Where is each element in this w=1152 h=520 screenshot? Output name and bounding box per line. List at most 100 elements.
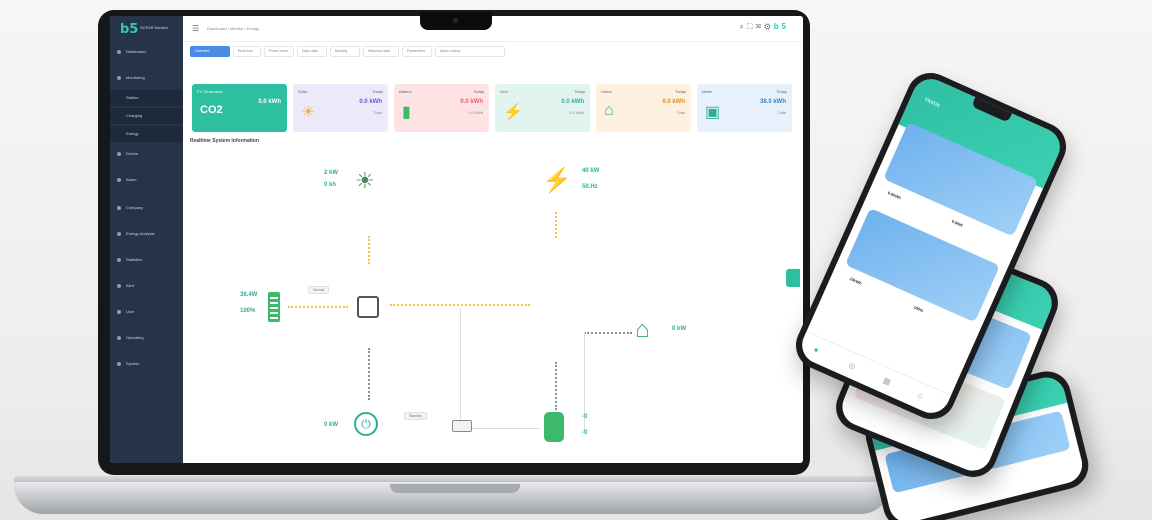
- pv-energy-value: 0 kh: [324, 182, 337, 188]
- phone-device-card-2[interactable]: [844, 207, 1000, 323]
- power-tower-icon: ⚡: [542, 167, 572, 194]
- card-sub: Total: [676, 110, 685, 115]
- sidebar-item-energy-analysis[interactable]: Energy Analysis: [110, 226, 183, 242]
- tab-monthly[interactable]: Monthly: [330, 46, 360, 57]
- tab-overview[interactable]: Overview: [190, 46, 230, 57]
- sidebar-item-operating[interactable]: Operating: [110, 330, 183, 346]
- card-caption: Today: [776, 89, 787, 94]
- charger-value-1: -0: [582, 414, 588, 420]
- charger-flow-line: [555, 362, 557, 410]
- card-value: 0.0 kWh: [460, 99, 483, 105]
- sidebar-item-label: Energy Analysis: [126, 231, 155, 236]
- notification-icon[interactable]: ✉: [756, 22, 765, 31]
- tab-alarm-history[interactable]: Alarm history: [435, 46, 505, 57]
- inverter-grid-flow-line: [390, 304, 530, 306]
- home-power-value: 0 kW: [672, 326, 687, 332]
- sidebar-item-alarm[interactable]: Alarm: [110, 172, 183, 188]
- phone-stat-4: 100%: [912, 304, 925, 314]
- sidebar-subitem-energy[interactable]: Energy: [110, 126, 183, 142]
- sidebar-item-system[interactable]: System: [110, 356, 183, 372]
- summary-card-meter[interactable]: Meter Today 38.0 kWh Total ▣: [697, 84, 792, 132]
- settings-icon[interactable]: ⚙: [764, 22, 773, 31]
- card-sub: 0.0 kWh: [468, 110, 483, 115]
- user-avatar[interactable]: b5: [774, 22, 789, 31]
- card-value: 0.0 kWh: [359, 99, 382, 105]
- solar-panel-icon: ☀: [355, 168, 375, 193]
- solar-panel-icon: ☀: [301, 104, 316, 121]
- company-icon: [117, 206, 121, 210]
- side-panel-toggle[interactable]: [786, 269, 800, 287]
- sidebar-item-label: Alert: [126, 283, 135, 288]
- card-value: 0.0 kWh: [258, 99, 281, 105]
- app-logo-subtitle: SOFAR Monitor: [140, 25, 169, 30]
- device-tab-icon[interactable]: ◎: [847, 360, 857, 371]
- phone-stat-2: 0.0kW: [951, 218, 964, 228]
- user-icon: [117, 310, 121, 314]
- statistics-icon: [117, 258, 121, 262]
- card-sub: Total: [777, 110, 786, 115]
- ev-charger-icon: [544, 412, 564, 442]
- summary-card-grid[interactable]: Grid Today 0.0 kWh 0.0 kWh ⚡: [495, 84, 590, 132]
- ev-plug-icon: ⏻: [354, 412, 378, 436]
- toolbar-icons: ⌕⛶✉⚙b5: [740, 22, 789, 32]
- top-bar: ☰ Dashboard / Monitor / Energy ⌕⛶✉⚙b5: [183, 16, 803, 42]
- device-status-pill: Standby: [404, 412, 427, 420]
- battery-power-value: 38.4W: [240, 292, 258, 298]
- tab-daily-data[interactable]: Daily data: [297, 46, 327, 57]
- hamburger-menu-icon[interactable]: ☰: [192, 24, 199, 33]
- laptop-hinge: [390, 484, 520, 493]
- home-tab-icon[interactable]: ●: [812, 345, 820, 355]
- tab-real-time[interactable]: Real time: [233, 46, 261, 57]
- card-value: 0.0 kWh: [662, 99, 685, 105]
- summary-card-generation[interactable]: PV Generation 0.0 kWh CO2: [192, 84, 287, 132]
- system-icon: [117, 362, 121, 366]
- battery-icon: ▮: [402, 104, 411, 121]
- analysis-icon: [117, 232, 121, 236]
- sidebar-item-device[interactable]: Device: [110, 146, 183, 162]
- card-caption: Today: [473, 89, 484, 94]
- fullscreen-icon[interactable]: ⛶: [747, 22, 756, 31]
- card-title: Battery: [399, 89, 412, 94]
- sidebar-item-statistics[interactable]: Statistics: [110, 252, 183, 268]
- ev-flow-line: [368, 348, 370, 400]
- sidebar-item-company[interactable]: Company: [110, 200, 183, 216]
- power-tower-icon: ⚡: [503, 104, 523, 121]
- co2-icon: CO2: [200, 104, 223, 116]
- profile-tab-icon[interactable]: ☺: [915, 390, 926, 402]
- tab-parameters[interactable]: Parameters: [402, 46, 432, 57]
- card-title: PV Generation: [197, 89, 224, 94]
- charger-value-2: -0: [582, 430, 588, 436]
- operating-icon: [117, 336, 121, 340]
- search-icon[interactable]: ⌕: [740, 22, 747, 31]
- sidebar-item-dashboard[interactable]: Dashboard: [110, 44, 183, 60]
- app-logo[interactable]: b5: [120, 22, 138, 37]
- sidebar-item-label: Energy: [126, 131, 139, 136]
- battery-icon: [268, 292, 280, 322]
- sidebar-item-alert[interactable]: Alert: [110, 278, 183, 294]
- inverter-icon: [357, 296, 379, 318]
- tab-historical-data[interactable]: Historical data: [363, 46, 399, 57]
- sidebar-item-monitoring[interactable]: Monitoring: [110, 70, 183, 86]
- tab-power-curve[interactable]: Power curve: [264, 46, 294, 57]
- summary-card-home[interactable]: Home Today 0.0 kWh Total ⌂: [596, 84, 691, 132]
- meter-icon: ▣: [705, 104, 721, 121]
- home-icon: ⌂: [635, 316, 650, 343]
- grid-frequency-value: 50.Hz: [582, 184, 598, 190]
- sidebar-item-label: Statistics: [126, 257, 143, 262]
- sidebar-item-user[interactable]: User: [110, 304, 183, 320]
- phone-stat-3: 10kWh: [848, 276, 863, 286]
- laptop-screen: b5 SOFAR Monitor Dashboard Monitoring St…: [110, 16, 803, 463]
- camera-notch: [420, 12, 492, 30]
- phone-stat-1: 0.0kWh: [887, 190, 902, 201]
- summary-card-solar[interactable]: Solar Today 0.0 kWh Total ☀: [293, 84, 388, 132]
- summary-card-battery[interactable]: Battery Today 0.0 kWh 0.0 kWh ▮: [394, 84, 489, 132]
- ev-power-value: 0 kW: [324, 422, 339, 428]
- sidebar-item-label: Charging: [126, 113, 143, 118]
- sidebar-subitem-station[interactable]: Station: [110, 90, 183, 106]
- stats-tab-icon[interactable]: ▦: [882, 376, 893, 387]
- inverter-status-pill: Normal: [308, 286, 330, 294]
- sidebar-subitem-charging[interactable]: Charging: [110, 108, 183, 124]
- card-title: Solar: [298, 89, 308, 94]
- card-title: Grid: [500, 89, 508, 94]
- sidebar-item-label: User: [126, 309, 135, 314]
